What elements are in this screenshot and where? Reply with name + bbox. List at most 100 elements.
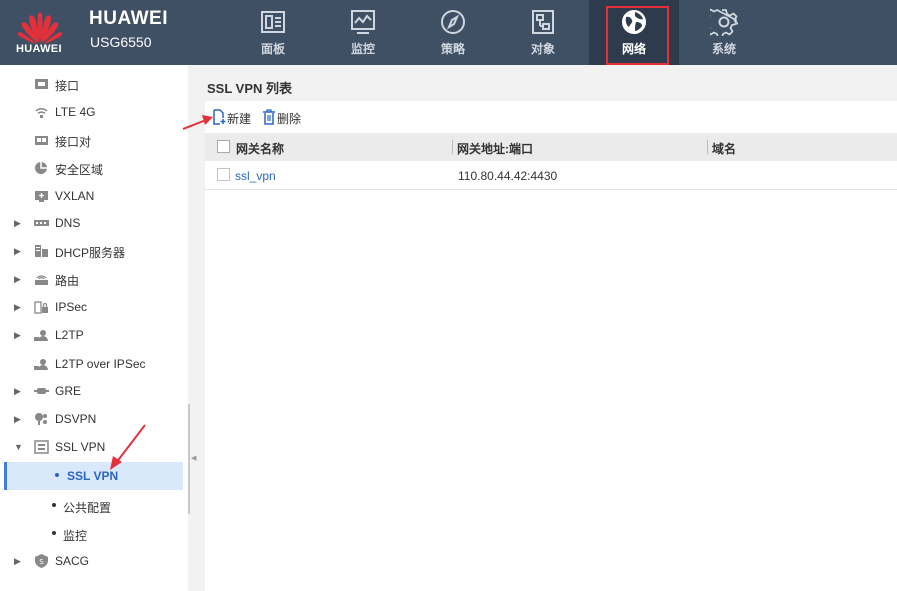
sidebar-subitem-ssl-vpn[interactable]: SSL VPN bbox=[4, 462, 183, 490]
page-title: SSL VPN 列表 bbox=[207, 81, 293, 96]
column-header-gateway-name[interactable]: 网关名称 bbox=[236, 140, 284, 157]
bullet-icon bbox=[52, 503, 56, 507]
l2tp-icon bbox=[34, 330, 48, 341]
sidebar-item-label: SSL VPN bbox=[55, 440, 106, 454]
sidebar-item-label: 安全区域 bbox=[55, 163, 104, 177]
column-header-domain[interactable]: 域名 bbox=[712, 140, 736, 157]
delete-button-label: 删除 bbox=[277, 112, 302, 126]
gateway-address-cell: 110.80.44.42:4430 bbox=[458, 169, 558, 183]
expand-arrow-icon[interactable]: ▶ bbox=[14, 386, 21, 397]
table-row[interactable]: ssl_vpn 110.80.44.42:4430 bbox=[205, 161, 897, 190]
sidebar-item-lte[interactable]: LTE 4G bbox=[0, 98, 186, 126]
tab-system-label: 系统 bbox=[711, 42, 736, 56]
sidebar-item-label: 公共配置 bbox=[63, 501, 112, 515]
dsvpn-icon bbox=[35, 413, 47, 425]
sidebar-item-interface-pair[interactable]: 接口对 bbox=[0, 126, 186, 154]
dashboard-icon bbox=[261, 11, 285, 33]
tab-policy[interactable]: 策略 bbox=[408, 0, 498, 65]
sidebar-item-label: 监控 bbox=[63, 529, 88, 543]
collapse-sidebar-icon[interactable]: ◀ bbox=[191, 454, 196, 462]
row-checkbox[interactable] bbox=[217, 168, 230, 181]
dns-icon bbox=[34, 220, 49, 226]
tab-dashboard-label: 面板 bbox=[260, 42, 285, 56]
sidebar-item-routing[interactable]: ▶ 路由 bbox=[0, 265, 186, 293]
expand-arrow-icon[interactable]: ▶ bbox=[14, 274, 21, 285]
expand-arrow-icon[interactable]: ▶ bbox=[14, 246, 21, 257]
interface-icon bbox=[35, 79, 48, 89]
sidebar-subitem-monitor[interactable]: 监控 bbox=[0, 520, 186, 548]
sidebar-item-label: LTE 4G bbox=[55, 105, 96, 119]
sidebar-item-label: DHCP服务器 bbox=[55, 246, 126, 260]
sidebar-item-label: IPSec bbox=[55, 300, 88, 314]
sidebar-item-security-zone[interactable]: 安全区域 bbox=[0, 154, 186, 182]
wifi-icon bbox=[35, 108, 48, 118]
bullet-icon bbox=[55, 473, 59, 477]
tab-object[interactable]: 对象 bbox=[498, 0, 588, 65]
sidebar-splitter[interactable] bbox=[188, 65, 205, 591]
security-zone-icon bbox=[35, 162, 47, 174]
tab-system[interactable]: 系统 bbox=[679, 0, 769, 65]
compass-icon bbox=[441, 10, 465, 34]
collapse-arrow-icon[interactable]: ▼ bbox=[14, 442, 23, 452]
ssl-vpn-icon bbox=[34, 440, 49, 454]
select-all-checkbox[interactable] bbox=[217, 140, 230, 153]
expand-arrow-icon[interactable]: ▶ bbox=[14, 330, 21, 341]
table-header: 网关名称 网关地址:端口 域名 bbox=[205, 133, 897, 161]
tab-dashboard[interactable]: 面板 bbox=[228, 0, 318, 65]
delete-button[interactable]: 删除 bbox=[262, 109, 312, 127]
sacg-icon: S bbox=[35, 554, 48, 568]
sidebar-item-ssl-vpn[interactable]: ▼ SSL VPN bbox=[0, 433, 186, 461]
sidebar-item-label: GRE bbox=[55, 384, 82, 398]
sidebar-item-label: DNS bbox=[55, 216, 81, 230]
sidebar-item-interface[interactable]: 接口 bbox=[0, 70, 186, 98]
vxlan-icon bbox=[35, 191, 48, 202]
gre-icon bbox=[34, 388, 49, 394]
device-model: USG6550 bbox=[90, 34, 152, 50]
column-divider[interactable] bbox=[452, 140, 453, 154]
dhcp-server-icon bbox=[35, 245, 48, 257]
sidebar-item-gre[interactable]: ▶ GRE bbox=[0, 377, 186, 405]
l2tp-ipsec-icon bbox=[34, 359, 48, 370]
sidebar-item-label: L2TP bbox=[55, 328, 84, 342]
top-header: HUAWEI HUAWEI USG6550 面板 监控 策略 对象 网络 系统 bbox=[0, 0, 897, 65]
sidebar-item-label: DSVPN bbox=[55, 412, 97, 426]
gateway-name-link[interactable]: ssl_vpn bbox=[235, 169, 276, 183]
sidebar-item-vxlan[interactable]: VXLAN bbox=[0, 182, 186, 210]
expand-arrow-icon[interactable]: ▶ bbox=[14, 302, 21, 313]
sidebar-nav: 接口 LTE 4G 接口对 安全区域 VXLAN ▶ DNS ▶ DHCP服务器… bbox=[0, 65, 188, 591]
sidebar-item-dhcp-server[interactable]: ▶ DHCP服务器 bbox=[0, 237, 186, 265]
sidebar-subitem-common-config[interactable]: 公共配置 bbox=[0, 492, 186, 520]
trash-icon bbox=[263, 109, 275, 125]
sidebar-item-ipsec[interactable]: ▶ IPSec bbox=[0, 293, 186, 321]
ipsec-icon bbox=[34, 301, 48, 314]
sidebar-item-dsvpn[interactable]: ▶ DSVPN bbox=[0, 405, 186, 433]
tab-object-label: 对象 bbox=[530, 42, 555, 56]
sidebar-item-label: SSL VPN bbox=[67, 469, 119, 483]
sidebar-item-l2tp[interactable]: ▶ L2TP bbox=[0, 321, 186, 349]
tab-monitor[interactable]: 监控 bbox=[318, 0, 408, 65]
new-button[interactable]: 新建 bbox=[212, 109, 262, 127]
title-bar: SSL VPN 列表 bbox=[205, 65, 897, 101]
gear-icon bbox=[710, 8, 738, 36]
brand-name: HUAWEI bbox=[89, 8, 168, 29]
column-header-gateway-address[interactable]: 网关地址:端口 bbox=[457, 140, 533, 157]
sidebar-item-l2tp-over-ipsec[interactable]: L2TP over IPSec bbox=[0, 350, 186, 378]
router-icon bbox=[35, 275, 48, 285]
sidebar-item-label: 接口 bbox=[55, 79, 80, 93]
object-icon bbox=[532, 10, 554, 34]
expand-arrow-icon[interactable]: ▶ bbox=[14, 414, 21, 425]
expand-arrow-icon[interactable]: ▶ bbox=[14, 218, 21, 229]
new-button-label: 新建 bbox=[227, 112, 252, 126]
bullet-icon bbox=[52, 531, 56, 535]
sidebar-item-sacg[interactable]: ▶ S SACG bbox=[0, 547, 186, 575]
splitter-handle[interactable] bbox=[188, 404, 190, 514]
expand-arrow-icon[interactable]: ▶ bbox=[14, 556, 21, 567]
sidebar-item-label: 接口对 bbox=[55, 135, 92, 149]
tab-monitor-label: 监控 bbox=[350, 42, 375, 56]
sidebar-item-dns[interactable]: ▶ DNS bbox=[0, 209, 186, 237]
sidebar-item-label: L2TP over IPSec bbox=[55, 357, 146, 371]
column-divider[interactable] bbox=[707, 140, 708, 154]
monitor-icon bbox=[351, 10, 375, 34]
tab-policy-label: 策略 bbox=[440, 42, 465, 56]
sidebar-item-label: VXLAN bbox=[55, 189, 95, 203]
